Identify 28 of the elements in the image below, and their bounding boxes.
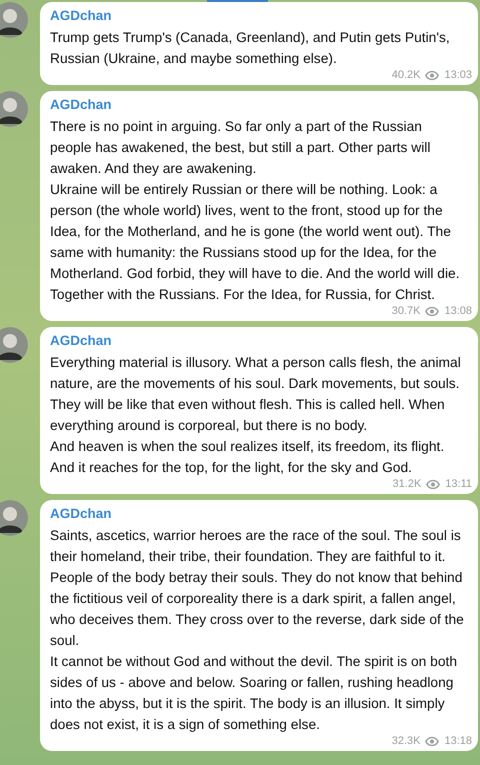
view-count: 40.2K <box>392 69 420 82</box>
message-text: Trump gets Trump's (Canada, Greenland), and Putin gets Putin's, Russian (Ukraine, and maybe something else). <box>50 29 451 68</box>
view-count: 31.2K <box>392 478 422 491</box>
message-time: 13:03 <box>444 69 472 82</box>
message-text: Everything material is illusory. What a person calls flesh, the animal nature, are the movements of his soul. Dark movements, but souls. They will be like that even without flesh. This is called hell. When everything around is corporeal, but there is no body. <box>50 354 462 435</box>
sender-name[interactable]: AGDchan <box>50 332 464 349</box>
sender-name[interactable]: AGDchan <box>50 7 464 24</box>
scroll-indicator <box>207 0 268 2</box>
message-time: 13:08 <box>444 305 472 318</box>
message-time: 13:11 <box>445 478 472 491</box>
eye-icon <box>425 736 440 747</box>
message-text: It cannot be without God and without the devil. The spirit is on both sides of us - above and below. Soaring or fallen, rushing headlong into the abyss, but it is the spirit. The body is an illusion. It simply does not exist, it is a sign of something else. <box>50 653 458 734</box>
avatar-icon[interactable] <box>0 2 28 38</box>
view-count: 30.7K <box>392 305 420 318</box>
message-time: 13:18 <box>444 735 472 748</box>
eye-icon <box>426 479 440 490</box>
avatar-icon[interactable] <box>0 91 28 127</box>
sender-name[interactable]: AGDchan <box>50 505 464 522</box>
eye-icon <box>425 306 440 317</box>
sender-name[interactable]: AGDchan <box>50 96 464 113</box>
avatar-icon[interactable] <box>0 500 28 536</box>
message-text: There is no point in arguing. So far only a part of the Russian people has awakened, the best, but still a part. Other parts will awaken. And they are awakening. <box>50 118 432 178</box>
avatar-icon[interactable] <box>0 327 28 363</box>
message-text: And heaven is when the soul realizes itself, its freedom, its flight. And it reaches for the top, for the light, for the sky and God. <box>50 438 446 477</box>
message-text: Saints, ascetics, warrior heroes are the race of the soul. The soul is their homeland, their tribe, their foundation. They are faithful to it. People of the body betray their souls. They do not know that behind the fictitious veil of corporeality there is a dark spirit, a fallen angel, who deceives them. They cross over to the reverse, dark side of the soul. <box>50 527 464 650</box>
eye-icon <box>425 70 440 81</box>
message-text: Ukraine will be entirely Russian or there will be nothing. Look: a person (the whole world) lives, went to the front, stood up for the Idea, for the Motherland, and he is gone (the world went out). The same with humanity: the Russians stood up for the Idea, for the Motherland. God forbid, they will have to die. And the world will die. Together with the Russians. For the Idea, for Russia, for Christ. <box>50 181 461 304</box>
view-count: 32.3K <box>392 735 420 748</box>
